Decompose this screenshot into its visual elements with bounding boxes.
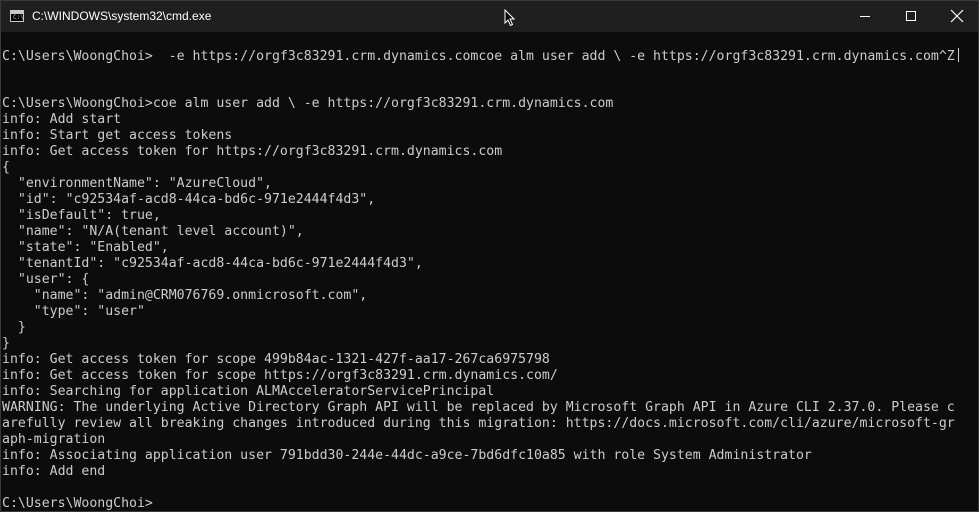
terminal-line: info: Add end xyxy=(2,464,106,479)
maximize-button[interactable] xyxy=(888,1,934,32)
terminal-line: info: Searching for application ALMAccel… xyxy=(2,384,495,399)
vertical-scrollbar[interactable] xyxy=(965,32,978,511)
terminal-line: } xyxy=(2,336,10,351)
terminal-line: info: Start get access tokens xyxy=(2,128,233,143)
terminal-line: } xyxy=(2,320,26,335)
terminal-line: "user": { xyxy=(2,272,90,287)
cmd-icon[interactable]: C:\ xyxy=(10,10,24,22)
terminal-line: arefully review all breaking changes int… xyxy=(2,416,955,431)
terminal-line: info: Get access token for scope 499b84a… xyxy=(2,352,550,367)
terminal-line: "isDefault": true, xyxy=(2,208,161,223)
cmd-window: C:\ C:\WINDOWS\system32\cmd.exe C:\Users… xyxy=(0,0,979,512)
terminal-line: WARNING: The underlying Active Directory… xyxy=(2,400,955,415)
terminal-line: { xyxy=(2,160,10,175)
terminal-line: "name": "N/A(tenant level account)", xyxy=(2,224,304,239)
terminal-line: info: Get access token for scope https:/… xyxy=(2,368,558,383)
maximize-icon xyxy=(906,11,916,21)
terminal-line: info: Get access token for https://orgf3… xyxy=(2,144,503,159)
mouse-cursor-icon xyxy=(504,9,515,27)
terminal-line: info: Associating application user 791bd… xyxy=(2,448,812,463)
text-caret xyxy=(957,48,959,62)
window-title: C:\WINDOWS\system32\cmd.exe xyxy=(32,9,212,23)
terminal-line: "type": "user" xyxy=(2,304,145,319)
terminal-line: "state": "Enabled", xyxy=(2,240,169,255)
cmd-icon-glyph: C:\ xyxy=(13,14,24,21)
close-button[interactable] xyxy=(934,1,978,32)
terminal-line: "tenantId": "c92534af-acd8-44ca-bd6c-971… xyxy=(2,256,423,271)
minimize-button[interactable] xyxy=(842,1,888,32)
minimize-icon xyxy=(860,16,870,17)
terminal-line: C:\Users\WoongChoi> xyxy=(2,496,153,511)
close-icon xyxy=(950,9,964,23)
title-bar[interactable]: C:\ C:\WINDOWS\system32\cmd.exe xyxy=(1,1,978,32)
terminal-output[interactable]: C:\Users\WoongChoi> -e https://orgf3c832… xyxy=(2,48,962,511)
terminal-line: aph-migration xyxy=(2,432,106,447)
terminal-line: C:\Users\WoongChoi> -e https://orgf3c832… xyxy=(2,48,962,64)
terminal-line: "name": "admin@CRM076769.onmicrosoft.com… xyxy=(2,288,368,303)
terminal-line: C:\Users\WoongChoi>coe alm user add \ -e… xyxy=(2,96,614,111)
terminal-line: info: Add start xyxy=(2,112,122,127)
terminal-line: "id": "c92534af-acd8-44ca-bd6c-971e2444f… xyxy=(2,192,376,207)
terminal-line: "environmentName": "AzureCloud", xyxy=(2,176,272,191)
